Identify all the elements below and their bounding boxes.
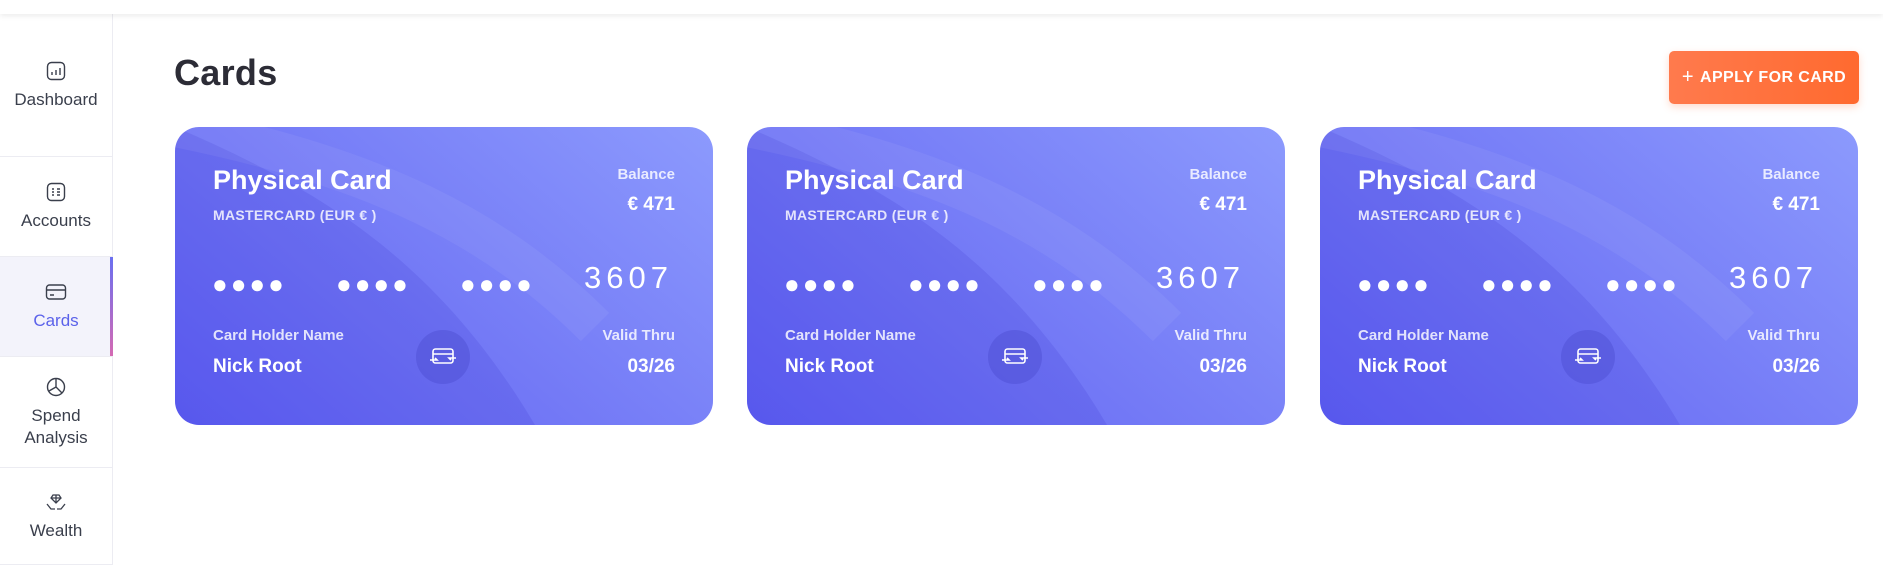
balance-value: € 471 <box>1199 194 1247 215</box>
wealth-icon <box>45 491 67 513</box>
valid-thru-value: 03/26 <box>1772 356 1820 377</box>
masked-digits: ●●●● <box>1605 269 1680 299</box>
sidebar-item-cards[interactable]: Cards <box>0 257 113 357</box>
card-title: Physical Card <box>213 165 392 195</box>
card-last-four: 3607 <box>1156 260 1245 295</box>
balance-value: € 471 <box>1772 194 1820 215</box>
valid-thru-label: Valid Thru <box>602 327 675 344</box>
card-holder-label: Card Holder Name <box>213 327 344 344</box>
masked-digits: ●●●● <box>1357 269 1432 299</box>
card-holder-name: Nick Root <box>785 356 874 377</box>
apply-for-card-label: APPLY FOR CARD <box>1700 68 1847 86</box>
sidebar-item-dashboard[interactable]: Dashboard <box>0 14 112 157</box>
sidebar-item-label: Cards <box>33 311 79 330</box>
card-exchange-icon <box>430 348 456 364</box>
card-item[interactable]: Physical Card MASTERCARD (EUR € ) Balanc… <box>175 127 713 425</box>
sidebar-item-label: Dashboard <box>14 89 98 109</box>
card-icon <box>45 281 67 303</box>
masked-digits: ●●●● <box>212 269 287 299</box>
masked-digits: ●●●● <box>1481 269 1556 299</box>
card-swap-button[interactable] <box>416 330 470 384</box>
card-last-four: 3607 <box>584 260 673 295</box>
card-item[interactable]: Physical Card MASTERCARD (EUR € ) Balanc… <box>1320 127 1858 425</box>
card-network: MASTERCARD (EUR € ) <box>785 207 949 223</box>
card-network: MASTERCARD (EUR € ) <box>213 207 377 223</box>
sidebar-item-spend-analysis[interactable]: Spend Analysis <box>0 357 112 468</box>
sidebar-item-wealth[interactable]: Wealth <box>0 468 112 565</box>
valid-thru-value: 03/26 <box>627 356 675 377</box>
balance-label: Balance <box>1762 166 1820 183</box>
card-title: Physical Card <box>1358 165 1537 195</box>
card-network: MASTERCARD (EUR € ) <box>1358 207 1522 223</box>
apply-for-card-button[interactable]: + APPLY FOR CARD <box>1669 51 1859 104</box>
valid-thru-value: 03/26 <box>1199 356 1247 377</box>
masked-digits: ●●●● <box>908 269 983 299</box>
sidebar: Dashboard Accounts Cards Spend Analysis … <box>0 14 113 565</box>
top-bar <box>0 0 1883 14</box>
card-last-four: 3607 <box>1729 260 1818 295</box>
card-holder-name: Nick Root <box>213 356 302 377</box>
masked-digits: ●●●● <box>460 269 535 299</box>
accounts-icon <box>45 181 67 203</box>
sidebar-item-label: Spend Analysis <box>24 405 88 447</box>
plus-icon: + <box>1681 66 1694 88</box>
sidebar-item-label: Accounts <box>21 211 91 230</box>
card-title: Physical Card <box>785 165 964 195</box>
card-holder-label: Card Holder Name <box>785 327 916 344</box>
card-holder-label: Card Holder Name <box>1358 327 1489 344</box>
card-swap-button[interactable] <box>1561 330 1615 384</box>
masked-digits: ●●●● <box>1032 269 1107 299</box>
sidebar-item-label: Wealth <box>29 520 83 540</box>
card-exchange-icon <box>1575 348 1601 364</box>
masked-digits: ●●●● <box>336 269 411 299</box>
pie-chart-icon <box>45 376 67 398</box>
balance-label: Balance <box>1189 166 1247 183</box>
page-title: Cards <box>174 52 278 93</box>
card-holder-name: Nick Root <box>1358 356 1447 377</box>
card-swap-button[interactable] <box>988 330 1042 384</box>
balance-label: Balance <box>617 166 675 183</box>
masked-digits: ●●●● <box>784 269 859 299</box>
card-exchange-icon <box>1002 348 1028 364</box>
dashboard-icon <box>45 60 67 82</box>
card-item[interactable]: Physical Card MASTERCARD (EUR € ) Balanc… <box>747 127 1285 425</box>
valid-thru-label: Valid Thru <box>1174 327 1247 344</box>
valid-thru-label: Valid Thru <box>1747 327 1820 344</box>
sidebar-item-accounts[interactable]: Accounts <box>0 157 112 257</box>
balance-value: € 471 <box>627 194 675 215</box>
